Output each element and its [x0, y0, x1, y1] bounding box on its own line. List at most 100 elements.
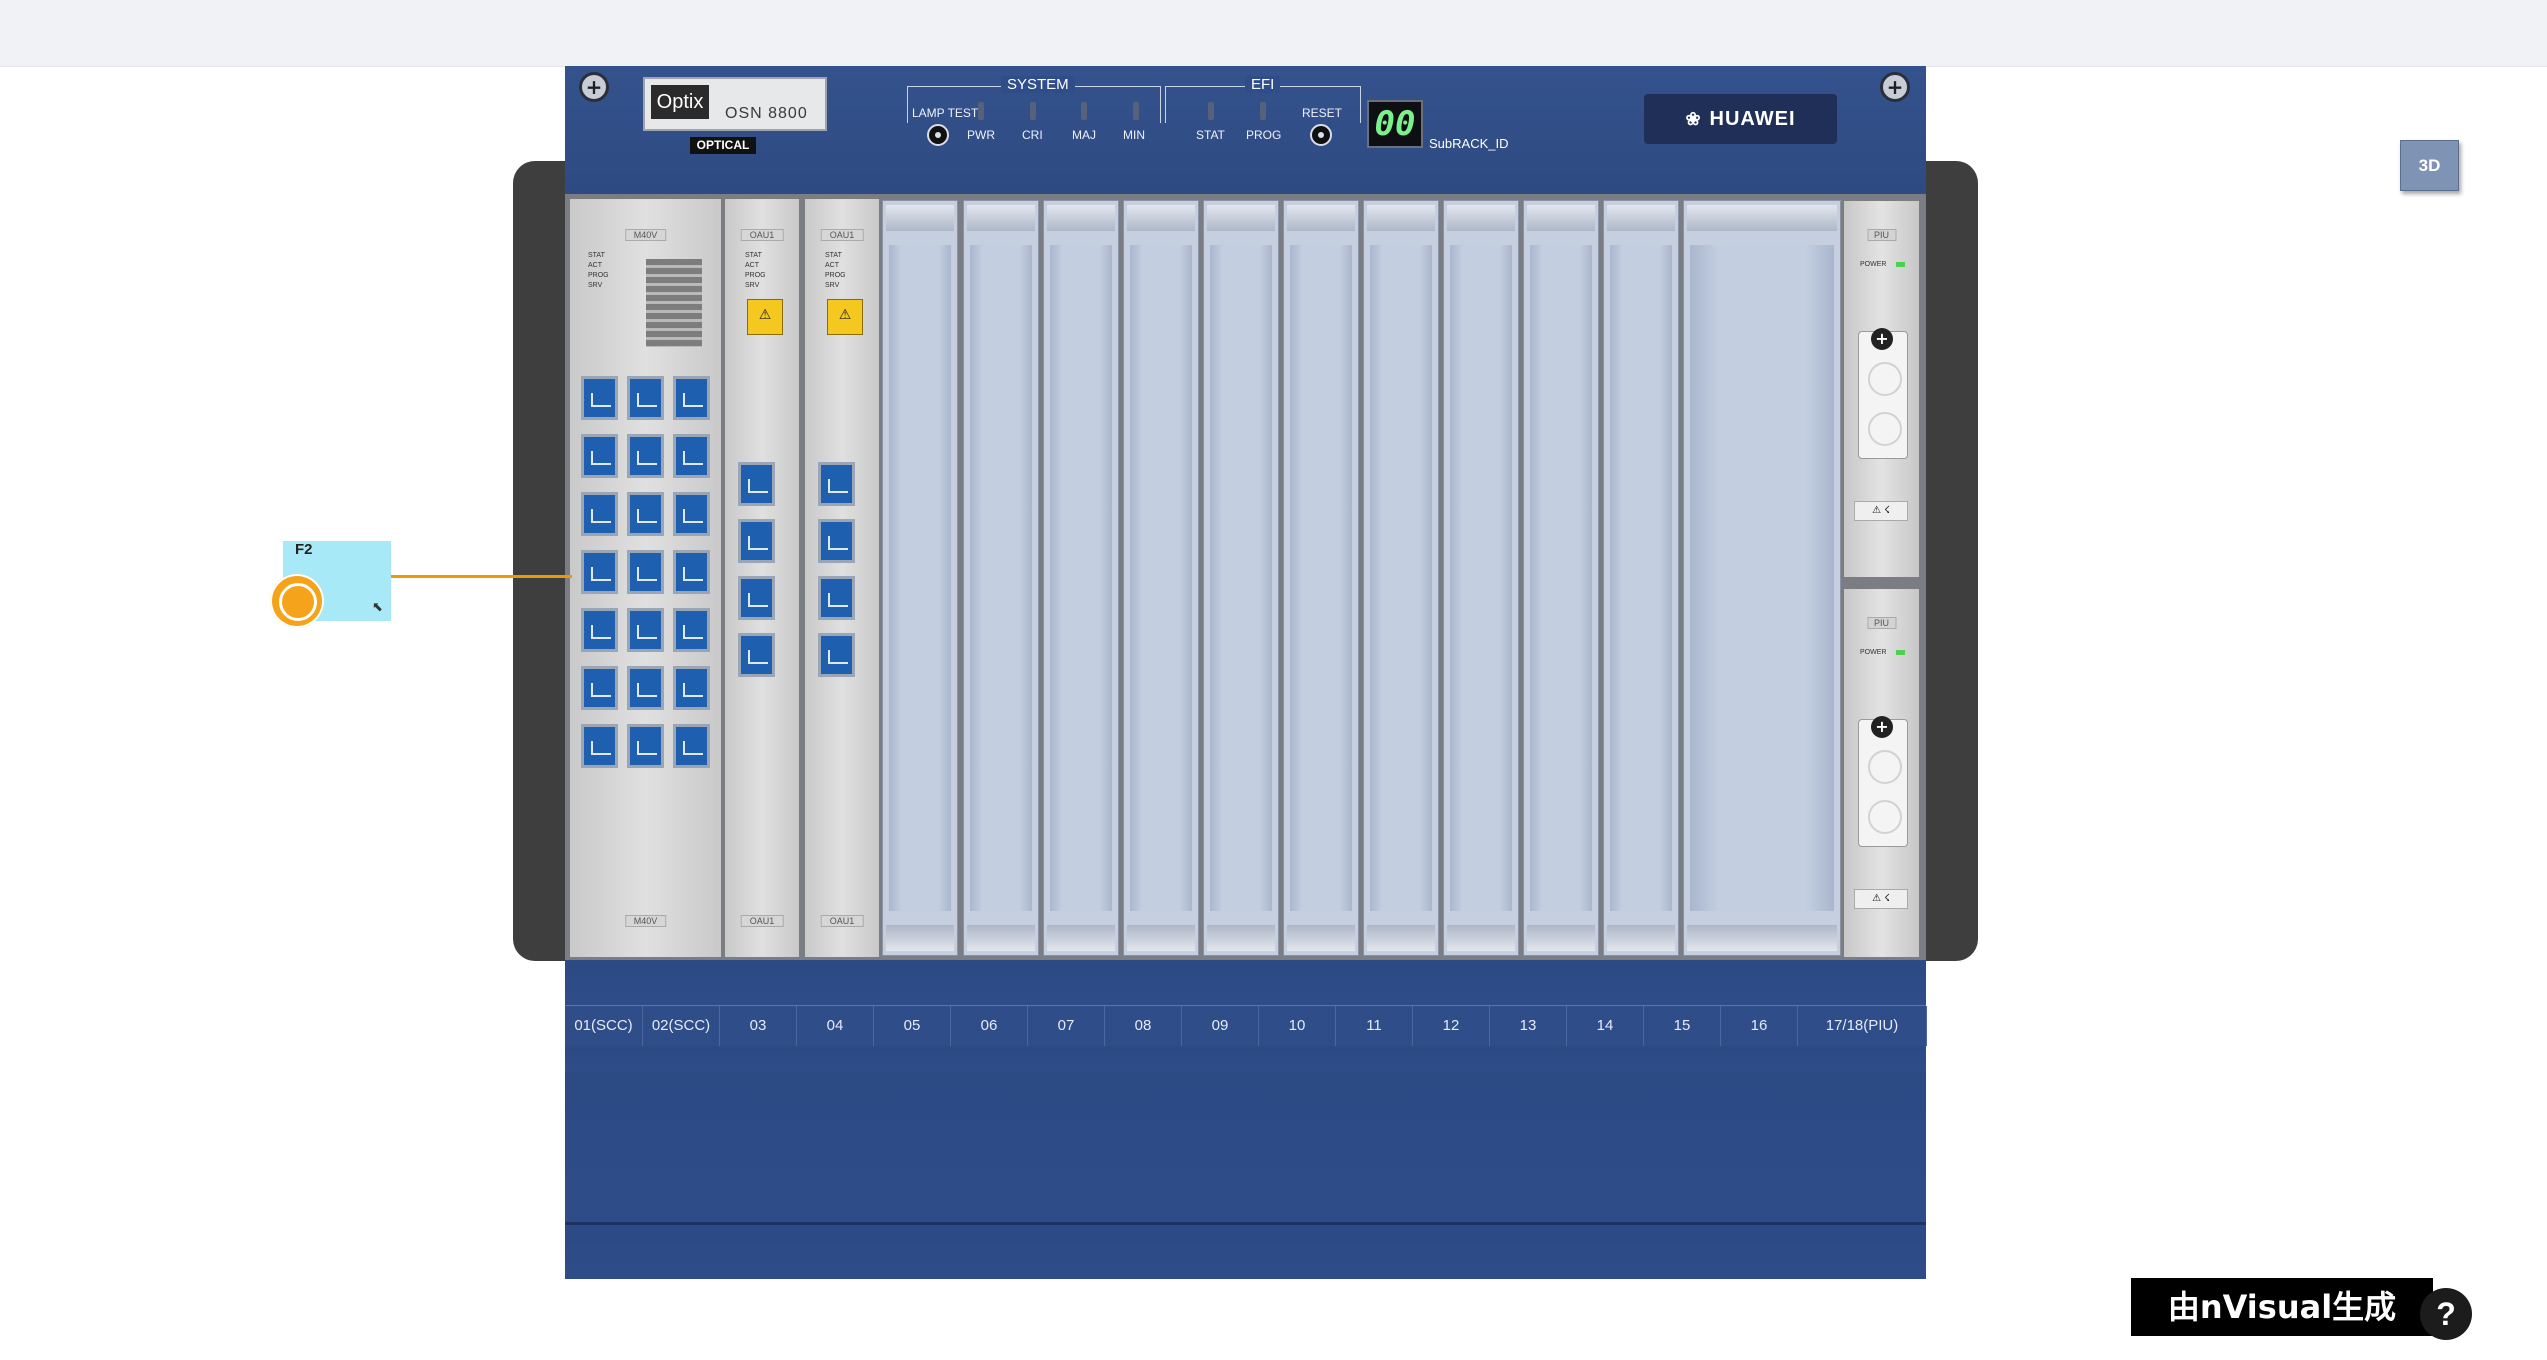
led-label: STAT [745, 252, 762, 259]
optical-port[interactable] [818, 633, 855, 677]
empty-slot[interactable] [1283, 200, 1359, 956]
board-label: PIU [1866, 617, 1897, 629]
optical-port[interactable] [738, 633, 775, 677]
help-button[interactable]: ? [2420, 1288, 2472, 1340]
chassis-header: + + Optix OSN 8800 OPTICAL SYSTEM LAMP T… [565, 66, 1926, 200]
maj-led [1081, 102, 1087, 120]
optical-port[interactable] [673, 608, 710, 652]
empty-slot[interactable] [882, 200, 958, 956]
optical-port[interactable] [738, 519, 775, 563]
optical-port[interactable] [818, 519, 855, 563]
slot-label: 16 [1721, 1006, 1798, 1046]
optical-port[interactable] [627, 492, 664, 536]
optical-port[interactable] [581, 724, 618, 768]
optical-port[interactable] [673, 434, 710, 478]
optical-port[interactable] [581, 492, 618, 536]
power-label: POWER [1860, 261, 1906, 268]
board-label: OAU1 [820, 229, 864, 241]
board-led-labels: STAT ACT PROG SRV [825, 251, 846, 291]
vendor-name: HUAWEI [1709, 108, 1796, 130]
slot-cap [1447, 205, 1515, 231]
chassis-bottom [565, 1226, 1926, 1279]
empty-slot[interactable] [1203, 200, 1279, 956]
led-label: ACT [825, 262, 839, 269]
optical-port[interactable] [673, 492, 710, 536]
screw-icon: + [1880, 72, 1910, 102]
slot-cap [1607, 205, 1675, 231]
empty-slot[interactable] [963, 200, 1039, 956]
pwr-label: PWR [967, 128, 995, 142]
laser-warning-icon: ⚠ [827, 299, 863, 335]
empty-slot[interactable] [1043, 200, 1119, 956]
board-piu-bottom[interactable]: PIU POWER + ⚠ ☇ [1843, 588, 1920, 958]
view-3d-button[interactable]: 3D [2400, 140, 2459, 191]
slot-label: 06 [951, 1006, 1028, 1046]
subrack-id-display: 00 [1367, 100, 1423, 148]
power-label: POWER [1860, 649, 1906, 656]
optical-port[interactable] [627, 724, 664, 768]
optical-port[interactable] [673, 376, 710, 420]
board-led-labels: STAT ACT PROG SRV [588, 251, 609, 291]
slot-label: 15 [1644, 1006, 1721, 1046]
min-label: MIN [1123, 128, 1145, 142]
slot-label: 11 [1336, 1006, 1413, 1046]
slot-cap [1687, 205, 1837, 231]
optical-port[interactable] [673, 666, 710, 710]
optical-port[interactable] [673, 724, 710, 768]
piu-ring-icon [1868, 800, 1902, 834]
led-label: STAT [825, 252, 842, 259]
optical-port[interactable] [627, 376, 664, 420]
slot-cap [886, 925, 954, 951]
empty-slot[interactable] [1523, 200, 1599, 956]
empty-slot[interactable] [1443, 200, 1519, 956]
efi-stat-label: STAT [1196, 128, 1225, 142]
empty-slot[interactable] [1123, 200, 1199, 956]
empty-slot[interactable] [1363, 200, 1439, 956]
cri-label: CRI [1022, 128, 1043, 142]
optical-port[interactable] [581, 608, 618, 652]
open-link-icon[interactable]: ⬉ [372, 601, 386, 615]
optical-port[interactable] [627, 550, 664, 594]
optical-port[interactable] [738, 576, 775, 620]
piu-handle[interactable]: + [1858, 328, 1908, 459]
optical-port[interactable] [581, 666, 618, 710]
lamp-test-button[interactable] [927, 124, 949, 146]
slot-label: 03 [720, 1006, 797, 1046]
slot-cap [1127, 205, 1195, 231]
port-tag-marker[interactable] [270, 574, 324, 628]
board-label: OAU1 [740, 915, 784, 927]
piu-handle[interactable]: + [1858, 716, 1908, 847]
huawei-logo: ❀ HUAWEI [1644, 94, 1837, 144]
slot-label: 10 [1259, 1006, 1336, 1046]
chassis-band [565, 961, 1926, 1005]
optical-port[interactable] [627, 434, 664, 478]
board-piu-top[interactable]: PIU POWER + ⚠ ☇ [1843, 200, 1920, 578]
optical-port[interactable] [581, 434, 618, 478]
board-label: PIU [1866, 229, 1897, 241]
optical-port[interactable] [673, 550, 710, 594]
lamp-test-label: LAMP TEST [912, 106, 979, 120]
empty-slot[interactable] [1603, 200, 1679, 956]
slot-label: 08 [1105, 1006, 1182, 1046]
optical-port[interactable] [738, 462, 775, 506]
system-group-title: SYSTEM [1001, 76, 1075, 93]
optical-port[interactable] [581, 376, 618, 420]
model-name: OSN 8800 [725, 105, 808, 122]
optical-port[interactable] [627, 608, 664, 652]
reset-button[interactable] [1310, 124, 1332, 146]
slot-cap [967, 205, 1035, 231]
optical-port[interactable] [581, 550, 618, 594]
efi-group-title: EFI [1245, 76, 1281, 93]
led-label: STAT [588, 252, 605, 259]
optical-port[interactable] [818, 576, 855, 620]
led-label: SRV [825, 282, 840, 289]
slot-cap [1367, 205, 1435, 231]
empty-slot[interactable] [1683, 200, 1841, 956]
board-label: M40V [624, 229, 667, 241]
slot-cap [1527, 925, 1595, 951]
slot-label: 12 [1413, 1006, 1490, 1046]
optical-port[interactable] [627, 666, 664, 710]
optical-port[interactable] [818, 462, 855, 506]
piu-screw-icon: + [1871, 328, 1893, 350]
min-led [1133, 102, 1139, 120]
